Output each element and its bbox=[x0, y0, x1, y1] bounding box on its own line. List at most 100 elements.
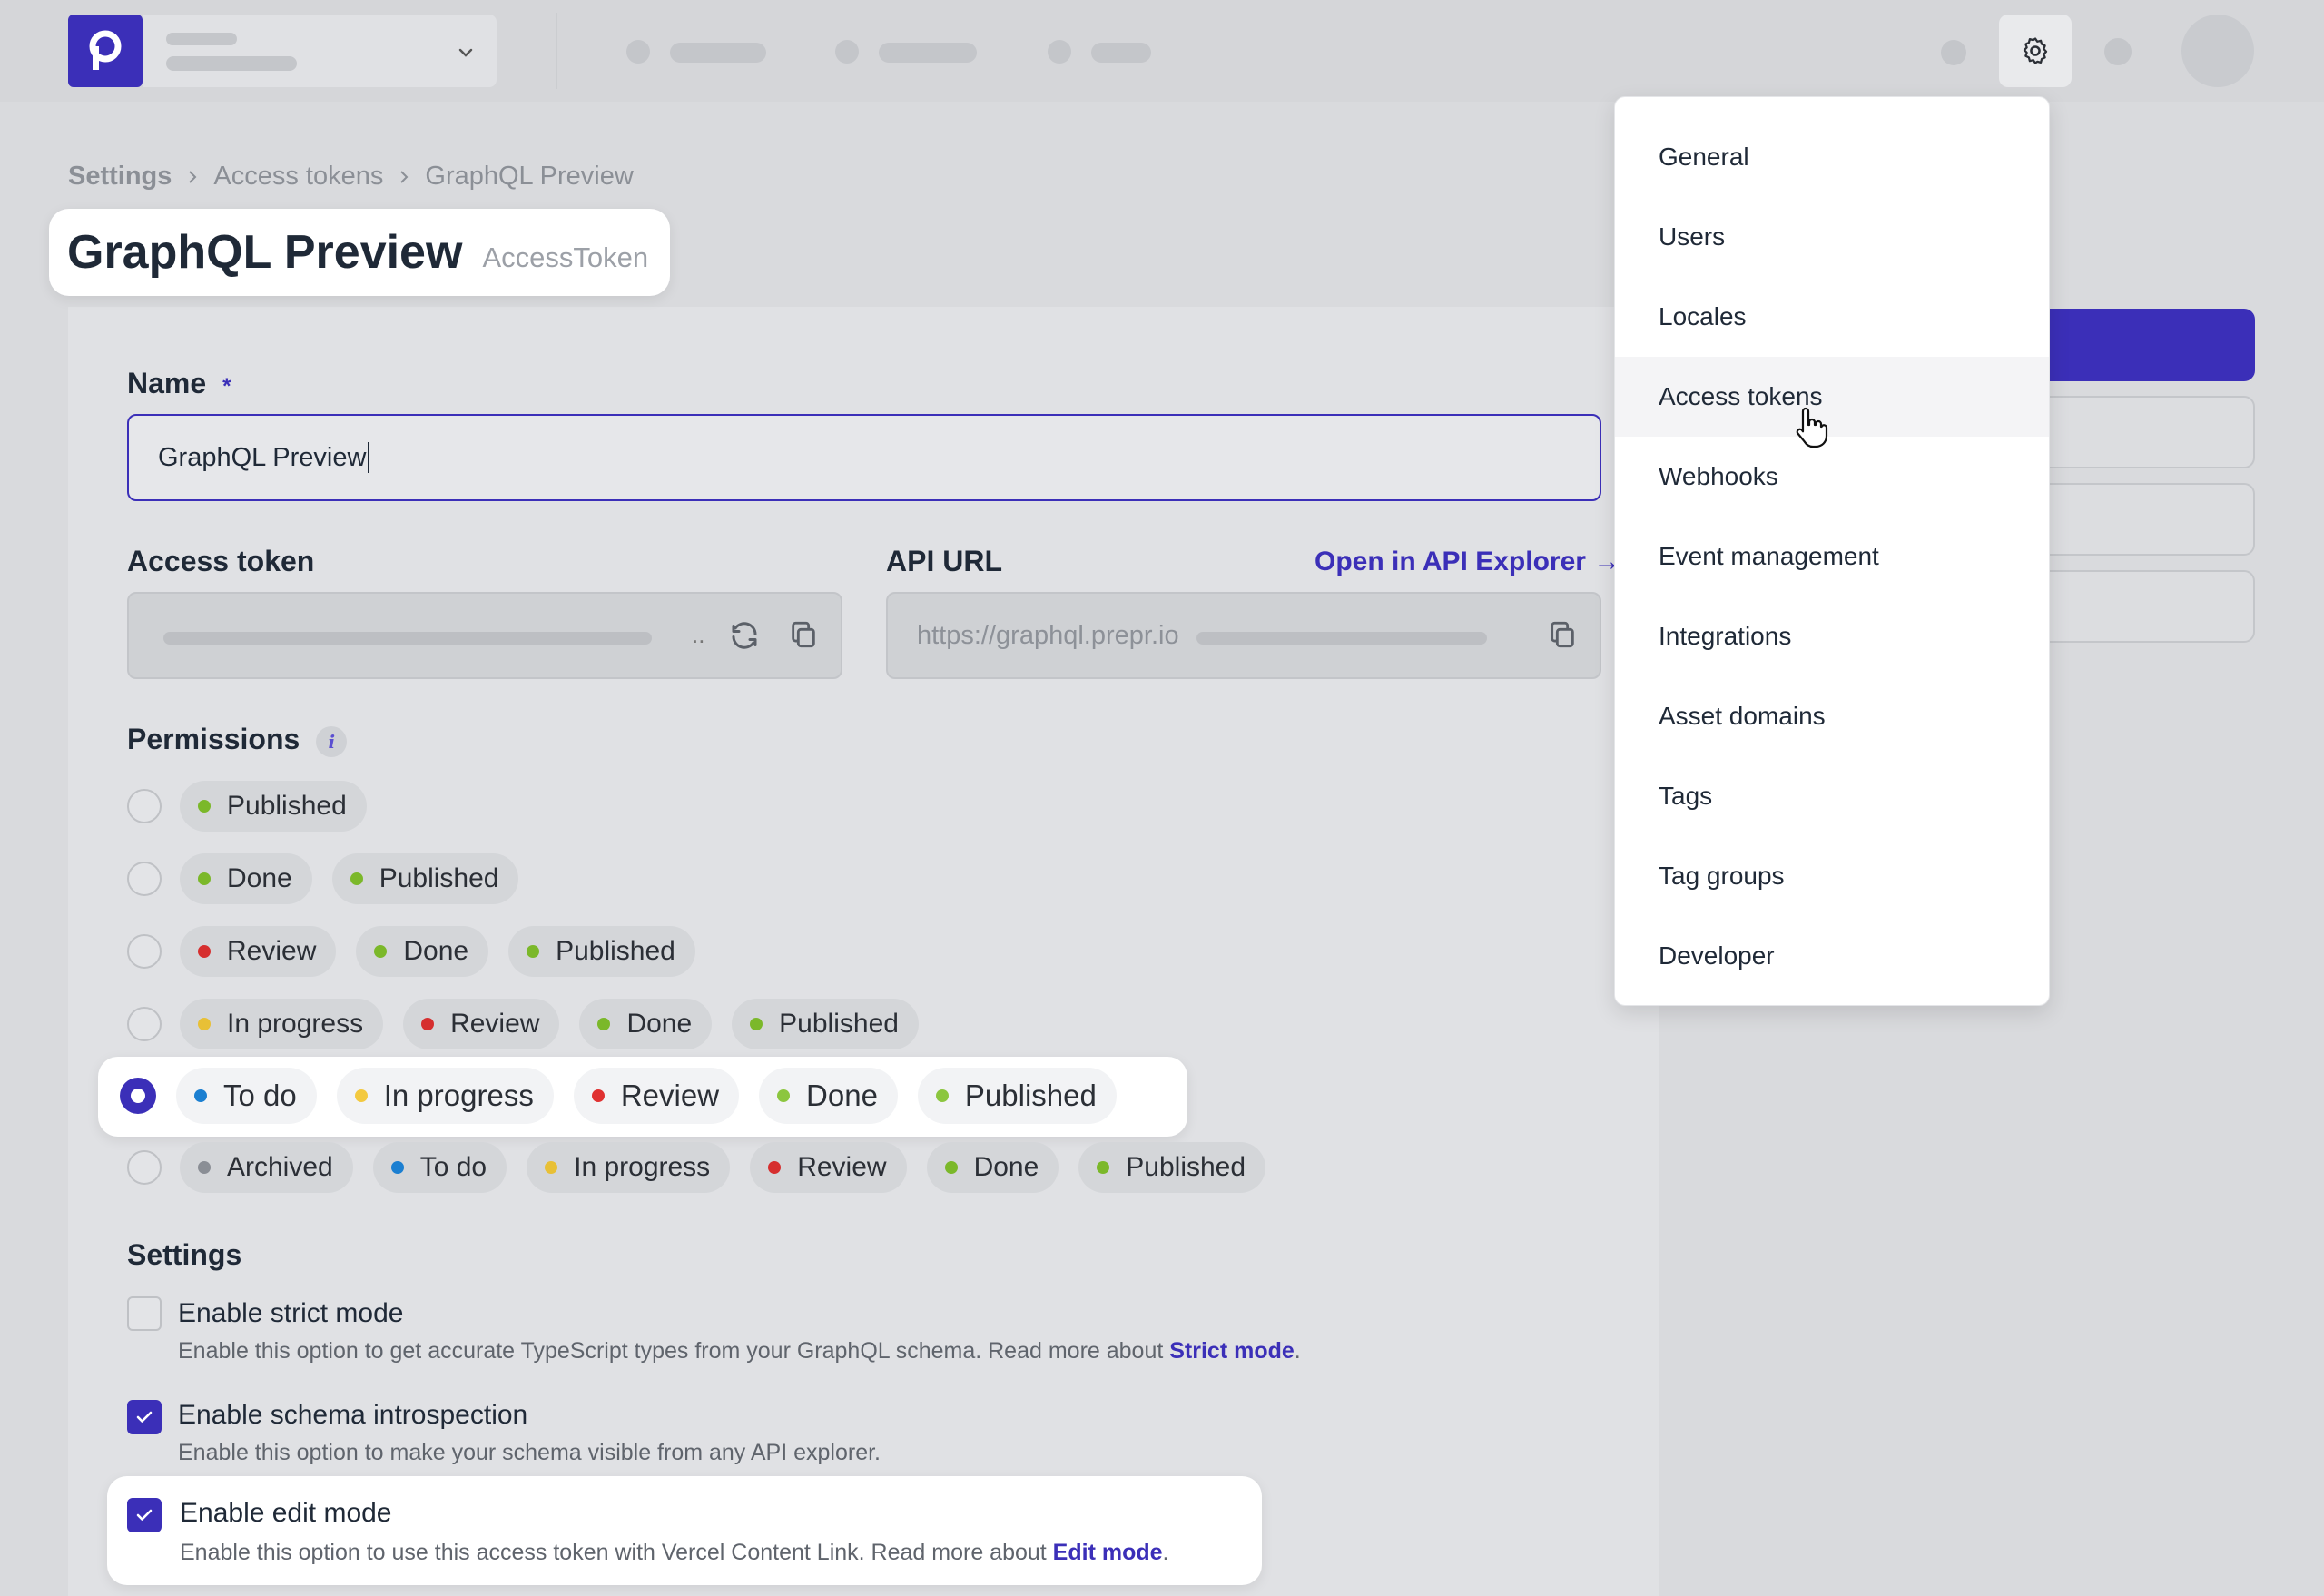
status-dot bbox=[591, 1089, 605, 1102]
stage-label: Done bbox=[227, 863, 292, 893]
stage-chip: Review bbox=[573, 1068, 740, 1124]
api-url-field[interactable]: https://graphql.prepr.io bbox=[886, 592, 1601, 679]
stage-label: Done bbox=[806, 1079, 878, 1112]
api-url-masked bbox=[1196, 632, 1487, 645]
nav-item-placeholder[interactable] bbox=[879, 43, 977, 63]
menu-item-users[interactable]: Users bbox=[1615, 197, 2049, 277]
radio-unselected[interactable] bbox=[127, 789, 162, 823]
status-dot bbox=[597, 1018, 611, 1030]
copy-icon[interactable] bbox=[1547, 619, 1578, 650]
settings-dropdown-menu: General Users Locales Access tokens Webhooks… bbox=[1614, 96, 2050, 1006]
prepr-logo[interactable] bbox=[68, 15, 143, 87]
permissions-label-text: Permissions bbox=[127, 723, 300, 755]
stage-chip: In progress bbox=[527, 1142, 731, 1193]
stage-chip: Done bbox=[579, 999, 713, 1049]
stage-chip: In progress bbox=[336, 1068, 554, 1124]
gear-icon bbox=[2023, 37, 2048, 64]
workspace-switcher[interactable] bbox=[143, 15, 497, 87]
nav-icon-placeholder[interactable] bbox=[1048, 40, 1071, 64]
menu-item-tags[interactable]: Tags bbox=[1615, 756, 2049, 836]
permission-option[interactable]: To do In progress Review Done Published bbox=[120, 1068, 1137, 1124]
strict-mode-checkbox[interactable] bbox=[127, 1296, 162, 1331]
menu-item-general[interactable]: General bbox=[1615, 117, 2049, 197]
status-dot bbox=[198, 1161, 211, 1174]
logo-mark-icon bbox=[89, 30, 122, 70]
regenerate-icon[interactable] bbox=[728, 619, 761, 652]
info-icon[interactable]: i bbox=[316, 725, 348, 757]
copy-icon[interactable] bbox=[788, 619, 819, 650]
stage-chip: Review bbox=[750, 1142, 907, 1193]
stage-chip: Published bbox=[917, 1068, 1117, 1124]
stage-chip: Archived bbox=[180, 1142, 353, 1193]
token-masked-value bbox=[163, 632, 652, 645]
status-dot bbox=[374, 945, 388, 958]
status-dot bbox=[1097, 1161, 1110, 1174]
radio-unselected[interactable] bbox=[127, 1150, 162, 1185]
edit-mode-highlight bbox=[107, 1476, 1262, 1585]
stage-label: In progress bbox=[574, 1152, 711, 1182]
breadcrumb-settings[interactable]: Settings bbox=[68, 162, 172, 192]
access-token-field[interactable]: .. bbox=[127, 592, 842, 679]
stage-label: Published bbox=[556, 936, 675, 966]
permission-option[interactable]: Done Published bbox=[127, 853, 538, 904]
nav-icon-placeholder[interactable] bbox=[626, 40, 650, 64]
status-dot bbox=[198, 945, 211, 958]
edit-mode-description: Enable this option to use this access to… bbox=[180, 1540, 1168, 1566]
permission-option[interactable]: In progress Review Done Published bbox=[127, 999, 939, 1049]
edit-mode-link[interactable]: Edit mode bbox=[1053, 1540, 1163, 1565]
workspace-sub-placeholder bbox=[166, 56, 297, 71]
name-input[interactable]: GraphQL Preview bbox=[127, 414, 1601, 501]
radio-unselected[interactable] bbox=[127, 862, 162, 896]
nav-item-placeholder[interactable] bbox=[670, 43, 766, 63]
radio-unselected[interactable] bbox=[127, 1007, 162, 1041]
edit-mode-title: Enable edit mode bbox=[180, 1498, 392, 1528]
radio-selected[interactable] bbox=[120, 1078, 156, 1114]
notifications-icon[interactable] bbox=[2104, 38, 2132, 65]
hand-cursor-icon bbox=[1796, 407, 1828, 448]
radio-unselected[interactable] bbox=[127, 934, 162, 969]
help-icon[interactable] bbox=[1941, 40, 1966, 65]
edit-mode-checkbox[interactable] bbox=[127, 1498, 162, 1532]
strict-mode-title: Enable strict mode bbox=[178, 1298, 404, 1328]
menu-item-developer[interactable]: Developer bbox=[1615, 916, 2049, 996]
stage-chip: Published bbox=[331, 853, 519, 904]
menu-item-event-management[interactable]: Event management bbox=[1615, 517, 2049, 596]
settings-button[interactable] bbox=[1999, 15, 2072, 87]
open-api-explorer-link[interactable]: Open in API Explorer → bbox=[1315, 547, 1620, 577]
text-caret bbox=[368, 442, 370, 473]
permission-option[interactable]: Published bbox=[127, 781, 387, 832]
menu-item-asset-domains[interactable]: Asset domains bbox=[1615, 676, 2049, 756]
menu-item-access-tokens[interactable]: Access tokens bbox=[1615, 357, 2049, 437]
menu-item-tag-groups[interactable]: Tag groups bbox=[1615, 836, 2049, 916]
breadcrumb-access-tokens[interactable]: Access tokens bbox=[213, 162, 383, 192]
stage-chip: Published bbox=[1078, 1142, 1266, 1193]
required-marker: * bbox=[222, 374, 231, 399]
name-input-value: GraphQL Preview bbox=[158, 442, 367, 472]
nav-icon-placeholder[interactable] bbox=[835, 40, 859, 64]
stage-label: Archived bbox=[227, 1152, 333, 1182]
strict-mode-link[interactable]: Strict mode bbox=[1169, 1338, 1295, 1364]
nav-item-placeholder[interactable] bbox=[1091, 43, 1151, 63]
menu-item-integrations[interactable]: Integrations bbox=[1615, 596, 2049, 676]
schema-introspection-title: Enable schema introspection bbox=[178, 1400, 528, 1430]
status-dot bbox=[198, 1018, 211, 1030]
status-dot bbox=[527, 945, 540, 958]
permission-option[interactable]: Archived To do In progress Review Done Publis… bbox=[127, 1142, 1285, 1193]
edit-mode-desc-end: . bbox=[1162, 1540, 1169, 1565]
stage-label: Review bbox=[227, 936, 317, 966]
chevron-right-icon bbox=[189, 170, 197, 183]
schema-introspection-checkbox[interactable] bbox=[127, 1400, 162, 1434]
permission-option[interactable]: Review Done Published bbox=[127, 926, 715, 977]
stage-chip: Done bbox=[759, 1068, 898, 1124]
status-dot bbox=[350, 872, 363, 885]
status-dot bbox=[545, 1161, 558, 1174]
user-avatar[interactable] bbox=[2181, 15, 2254, 87]
chevron-right-icon bbox=[400, 170, 409, 183]
stage-label: Review bbox=[620, 1079, 720, 1112]
schema-introspection-description: Enable this option to make your schema v… bbox=[178, 1440, 881, 1465]
menu-item-webhooks[interactable]: Webhooks bbox=[1615, 437, 2049, 517]
menu-item-locales[interactable]: Locales bbox=[1615, 277, 2049, 357]
stage-chip: Published bbox=[508, 926, 695, 977]
workspace-name-placeholder bbox=[166, 33, 237, 45]
stage-label: Published bbox=[379, 863, 499, 893]
